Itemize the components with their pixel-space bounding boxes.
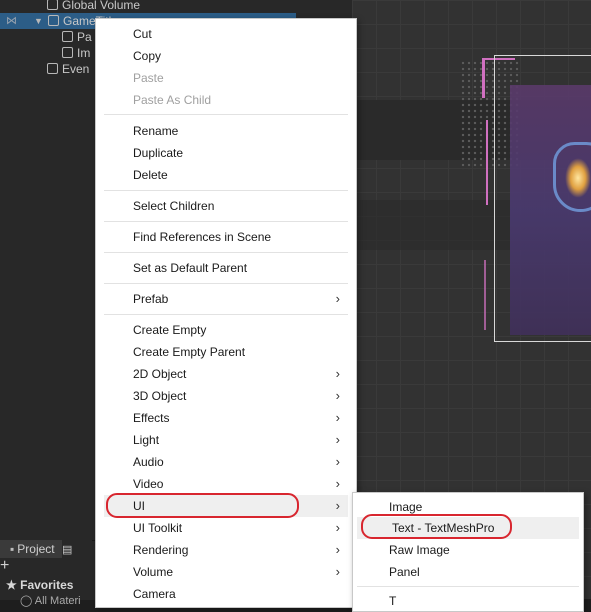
highlight-ring bbox=[361, 514, 512, 539]
menu-item-select-children[interactable]: Select Children bbox=[104, 195, 348, 217]
context-menu: Cut Copy Paste Paste As Child Rename Dup… bbox=[95, 18, 357, 608]
gameobject-icon bbox=[62, 47, 73, 58]
favorites-item[interactable]: ◯ All Materi bbox=[20, 594, 81, 607]
menu-item-copy[interactable]: Copy bbox=[104, 45, 348, 67]
menu-separator bbox=[104, 314, 348, 315]
menu-item-volume[interactable]: Volume › bbox=[104, 561, 348, 583]
gameobject-icon bbox=[47, 0, 58, 10]
menu-item-cut[interactable]: Cut bbox=[104, 23, 348, 45]
star-icon: ★ bbox=[6, 578, 17, 592]
hierarchy-item-child-2[interactable]: Im bbox=[62, 45, 90, 61]
menu-item-light[interactable]: Light › bbox=[104, 429, 348, 451]
menu-item-2d-object[interactable]: 2D Object › bbox=[104, 363, 348, 385]
menu-item-audio[interactable]: Audio › bbox=[104, 451, 348, 473]
menu-item-duplicate[interactable]: Duplicate bbox=[104, 142, 348, 164]
hierarchy-item-child-1[interactable]: Pa bbox=[62, 29, 92, 45]
frame-line bbox=[486, 120, 488, 205]
menu-item-camera[interactable]: Camera bbox=[104, 583, 348, 605]
chevron-right-icon: › bbox=[335, 476, 340, 491]
submenu-item-toggle[interactable]: T bbox=[357, 590, 579, 612]
menu-separator bbox=[104, 221, 348, 222]
chevron-right-icon: › bbox=[335, 542, 340, 557]
favorites-header[interactable]: ★ Favorites bbox=[6, 578, 73, 592]
chevron-right-icon: › bbox=[335, 291, 340, 306]
console-icon: ▤ bbox=[62, 544, 73, 556]
menu-separator bbox=[104, 283, 348, 284]
chevron-right-icon: › bbox=[335, 388, 340, 403]
tab-console[interactable]: ▤ bbox=[62, 540, 92, 558]
menu-item-create-empty[interactable]: Create Empty bbox=[104, 319, 348, 341]
ui-submenu: Image Text - TextMeshPro Raw Image Panel… bbox=[352, 492, 584, 612]
gameobject-icon bbox=[47, 63, 58, 74]
menu-separator bbox=[104, 190, 348, 191]
folder-icon: ▪ bbox=[10, 542, 15, 556]
menu-item-prefab[interactable]: Prefab › bbox=[104, 288, 348, 310]
hierarchy-item-global-volume[interactable]: Global Volume bbox=[47, 0, 140, 13]
chevron-right-icon: › bbox=[335, 454, 340, 469]
menu-separator bbox=[104, 114, 348, 115]
frame-line bbox=[482, 58, 485, 98]
menu-item-paste[interactable]: Paste bbox=[104, 67, 348, 89]
menu-separator bbox=[104, 252, 348, 253]
hierarchy-item-eventsystem[interactable]: Even bbox=[47, 61, 89, 77]
search-icon: ◯ bbox=[20, 595, 33, 607]
visibility-icon[interactable]: ⋈ bbox=[6, 13, 17, 29]
highlight-ring bbox=[106, 493, 299, 518]
expand-arrow-icon[interactable]: ▼ bbox=[34, 13, 43, 29]
gameobject-icon bbox=[62, 31, 73, 42]
chevron-right-icon: › bbox=[335, 564, 340, 579]
menu-item-effects[interactable]: Effects › bbox=[104, 407, 348, 429]
chevron-right-icon: › bbox=[335, 432, 340, 447]
menu-item-ui-toolkit[interactable]: UI Toolkit › bbox=[104, 517, 348, 539]
chevron-right-icon: › bbox=[335, 520, 340, 535]
frame-line bbox=[484, 260, 486, 330]
menu-item-paste-as-child[interactable]: Paste As Child bbox=[104, 89, 348, 111]
gameobject-icon bbox=[48, 15, 59, 26]
menu-item-set-default-parent[interactable]: Set as Default Parent bbox=[104, 257, 348, 279]
menu-item-find-references[interactable]: Find References in Scene bbox=[104, 226, 348, 248]
chevron-right-icon: › bbox=[335, 498, 340, 513]
tab-project[interactable]: ▪ Project bbox=[0, 540, 65, 558]
emblem-glow bbox=[565, 158, 591, 198]
add-icon[interactable]: + bbox=[0, 557, 9, 575]
chevron-right-icon: › bbox=[335, 410, 340, 425]
menu-item-delete[interactable]: Delete bbox=[104, 164, 348, 186]
submenu-item-raw-image[interactable]: Raw Image bbox=[357, 539, 579, 561]
chevron-right-icon: › bbox=[335, 366, 340, 381]
menu-item-3d-object[interactable]: 3D Object › bbox=[104, 385, 348, 407]
menu-item-video[interactable]: Video › bbox=[104, 473, 348, 495]
menu-item-rename[interactable]: Rename bbox=[104, 120, 348, 142]
submenu-item-panel[interactable]: Panel bbox=[357, 561, 579, 583]
menu-item-rendering[interactable]: Rendering › bbox=[104, 539, 348, 561]
menu-separator bbox=[357, 586, 579, 587]
menu-item-create-empty-parent[interactable]: Create Empty Parent bbox=[104, 341, 348, 363]
